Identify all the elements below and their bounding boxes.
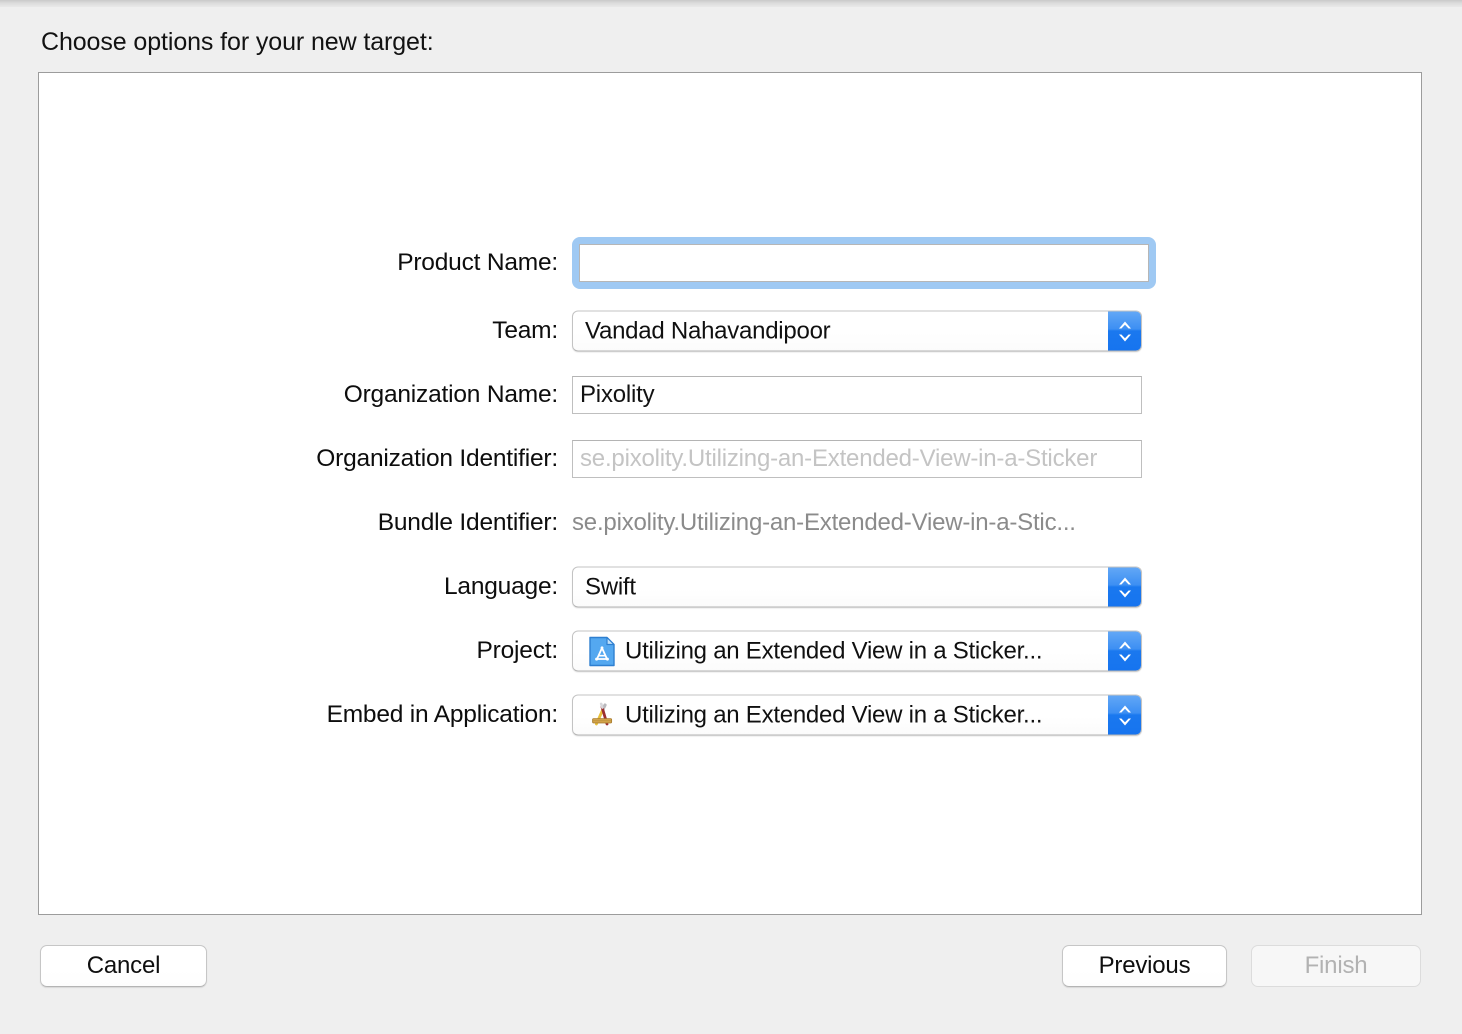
label-organization-name: Organization Name: — [343, 381, 558, 408]
label-project: Project: — [476, 637, 559, 664]
label-language: Language: — [443, 573, 558, 600]
label-embed-in-application: Embed in Application: — [326, 701, 559, 728]
embed-in-application-stepper-arrows-icon[interactable] — [1108, 695, 1141, 735]
xcode-app-icon — [588, 700, 616, 730]
new-target-options-sheet: Choose options for your new target: Prod… — [0, 7, 1462, 1034]
label-product-name: Product Name: — [397, 249, 558, 276]
language-selected-value: Swift — [585, 573, 636, 600]
target-options-form: Product Name: Team: Vandad Nahavandipoor — [39, 237, 1423, 760]
form-row-team: Team: Vandad Nahavandipoor — [39, 310, 1423, 352]
finish-button: Finish — [1251, 945, 1421, 987]
organization-identifier-input[interactable] — [572, 440, 1142, 478]
project-control-wrap: Utilizing an Extended View in a Sticker.… — [572, 630, 1142, 672]
language-stepper-arrows-icon[interactable] — [1108, 567, 1141, 607]
bundle-identifier-value: se.pixolity.Utilizing-an-Extended-View-i… — [572, 509, 1076, 536]
form-row-project: Project: Utilizing an Extended View in a… — [39, 630, 1423, 672]
window-titlebar-edge — [0, 0, 1462, 7]
label-team: Team: — [492, 317, 558, 344]
page-title: Choose options for your new target: — [41, 28, 434, 56]
team-selected-value: Vandad Nahavandipoor — [585, 317, 831, 344]
project-stepper-arrows-icon[interactable] — [1108, 631, 1141, 671]
dialog-button-bar: Cancel Previous Finish — [0, 945, 1462, 1005]
product-name-input[interactable] — [579, 244, 1149, 282]
language-popup-button[interactable]: Swift — [572, 566, 1142, 608]
form-row-organization-identifier: Organization Identifier: — [39, 440, 1423, 478]
form-row-language: Language: Swift — [39, 566, 1423, 608]
form-row-embed-in-application: Embed in Application: Utilizing an Exten… — [39, 694, 1423, 736]
options-panel: Product Name: Team: Vandad Nahavandipoor — [38, 72, 1422, 915]
project-popup-button[interactable]: Utilizing an Extended View in a Sticker.… — [572, 630, 1142, 672]
language-control-wrap: Swift — [572, 566, 1142, 608]
xcode-project-document-icon — [588, 636, 616, 666]
previous-button[interactable]: Previous — [1062, 945, 1227, 987]
cancel-button[interactable]: Cancel — [40, 945, 207, 987]
organization-name-input[interactable] — [572, 376, 1142, 414]
bundle-identifier-wrap: se.pixolity.Utilizing-an-Extended-View-i… — [572, 504, 1142, 542]
form-row-organization-name: Organization Name: — [39, 376, 1423, 414]
form-row-product-name: Product Name: — [39, 237, 1423, 289]
product-name-focus-ring — [572, 237, 1156, 289]
organization-name-wrap — [572, 376, 1142, 414]
team-popup-button[interactable]: Vandad Nahavandipoor — [572, 310, 1142, 352]
label-bundle-identifier: Bundle Identifier: — [377, 509, 558, 536]
team-control-wrap: Vandad Nahavandipoor — [572, 310, 1142, 352]
organization-identifier-wrap — [572, 440, 1142, 478]
embed-in-application-control-wrap: Utilizing an Extended View in a Sticker.… — [572, 694, 1142, 736]
embed-in-application-popup-button[interactable]: Utilizing an Extended View in a Sticker.… — [572, 694, 1142, 736]
project-selected-value: Utilizing an Extended View in a Sticker.… — [625, 637, 1043, 664]
label-organization-identifier: Organization Identifier: — [316, 445, 558, 472]
form-row-bundle-identifier: Bundle Identifier: se.pixolity.Utilizing… — [39, 504, 1423, 542]
team-stepper-arrows-icon[interactable] — [1108, 311, 1141, 351]
embed-in-application-selected-value: Utilizing an Extended View in a Sticker.… — [625, 701, 1043, 728]
